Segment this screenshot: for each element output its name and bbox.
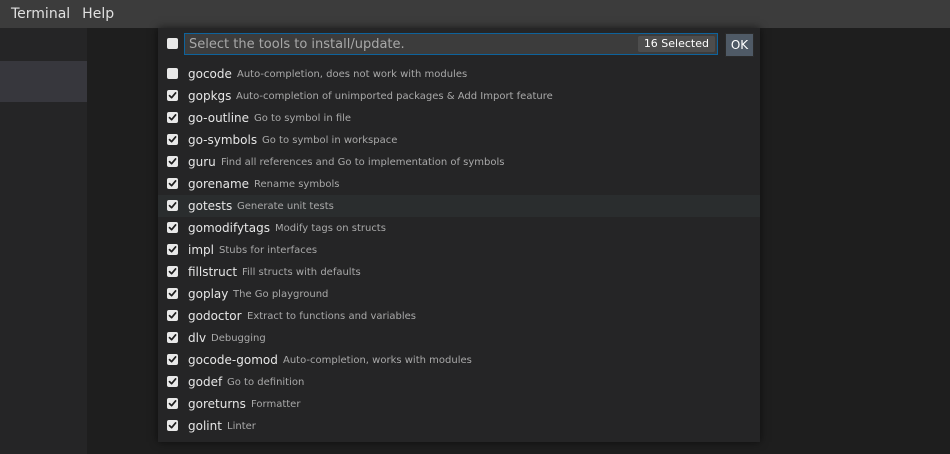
- editor-background: [766, 232, 950, 454]
- tool-name: goplay: [188, 287, 229, 301]
- tool-name: impl: [188, 243, 214, 257]
- checked-checkbox[interactable]: [167, 178, 178, 189]
- tool-name: fillstruct: [188, 265, 238, 279]
- tool-name: gotests: [188, 199, 233, 213]
- tool-list-item[interactable]: gomodifytags Modify tags on structs: [158, 217, 760, 239]
- checked-checkbox[interactable]: [167, 222, 178, 233]
- checked-checkbox[interactable]: [167, 90, 178, 101]
- menu-help[interactable]: Help: [76, 6, 120, 22]
- checked-checkbox[interactable]: [167, 156, 178, 167]
- quick-pick-input-box[interactable]: 16 Selected: [184, 33, 718, 55]
- tool-description: Stubs for interfaces: [219, 245, 318, 256]
- unchecked-checkbox[interactable]: [167, 68, 178, 79]
- tool-name: guru: [188, 155, 216, 169]
- tool-description: Auto-completion of unimported packages &…: [236, 91, 553, 102]
- tool-description: Go to symbol in workspace: [262, 135, 398, 146]
- tool-list: gocode Auto-completion, does not work wit…: [158, 63, 760, 437]
- tool-description: Linter: [227, 421, 256, 432]
- tool-name: godef: [188, 375, 223, 389]
- tool-description: Formatter: [251, 399, 301, 410]
- side-bar: [0, 28, 87, 454]
- tool-description: Extract to functions and variables: [247, 311, 416, 322]
- tool-list-item[interactable]: go-outline Go to symbol in file: [158, 107, 760, 129]
- tool-description: Go to symbol in file: [254, 113, 352, 124]
- tool-description: Debugging: [211, 333, 266, 344]
- tool-list-item[interactable]: godef Go to definition: [158, 371, 760, 393]
- checked-checkbox[interactable]: [167, 354, 178, 365]
- checked-checkbox[interactable]: [167, 200, 178, 211]
- tool-name: golint: [188, 419, 222, 433]
- checked-checkbox[interactable]: [167, 112, 178, 123]
- tool-description: Modify tags on structs: [275, 223, 386, 234]
- quick-pick-header: 16 Selected OK: [158, 28, 760, 62]
- tool-description: Go to definition: [227, 377, 305, 388]
- checked-checkbox[interactable]: [167, 398, 178, 409]
- tool-name: godoctor: [188, 309, 242, 323]
- quick-pick-input[interactable]: [185, 34, 629, 54]
- menu-terminal[interactable]: Terminal: [5, 6, 76, 22]
- tool-list-item[interactable]: goreturns Formatter: [158, 393, 760, 415]
- tool-name: gocode: [188, 67, 232, 81]
- tool-name: dlv: [188, 331, 207, 345]
- selected-count-badge: 16 Selected: [637, 36, 715, 52]
- tool-list-item[interactable]: gocode-gomod Auto-completion, works with …: [158, 349, 760, 371]
- tool-description: Rename symbols: [254, 179, 340, 190]
- tool-list-item[interactable]: gotests Generate unit tests: [158, 195, 760, 217]
- tool-name: go-outline: [188, 111, 250, 125]
- tool-name: gomodifytags: [188, 221, 270, 235]
- tool-description: Fill structs with defaults: [242, 267, 361, 278]
- select-all-checkbox[interactable]: [167, 38, 178, 49]
- checked-checkbox[interactable]: [167, 332, 178, 343]
- tool-list-item[interactable]: impl Stubs for interfaces: [158, 239, 760, 261]
- tool-list-item[interactable]: dlv Debugging: [158, 327, 760, 349]
- checked-checkbox[interactable]: [167, 244, 178, 255]
- menu-bar: Terminal Help: [0, 0, 950, 28]
- tool-list-item[interactable]: guru Find all references and Go to implem…: [158, 151, 760, 173]
- tool-name: gocode-gomod: [188, 353, 278, 367]
- tool-name: gorename: [188, 177, 250, 191]
- tool-description: Auto-completion, does not work with modu…: [237, 69, 468, 80]
- checked-checkbox[interactable]: [167, 288, 178, 299]
- tool-list-item[interactable]: fillstruct Fill structs with defaults: [158, 261, 760, 283]
- checked-checkbox[interactable]: [167, 310, 178, 321]
- tool-list-item[interactable]: goplay The Go playground: [158, 283, 760, 305]
- side-bar-selected-item[interactable]: [0, 61, 87, 102]
- tool-name: goreturns: [188, 397, 246, 411]
- tool-description: Auto-completion, works with modules: [283, 355, 472, 366]
- tool-list-item[interactable]: golint Linter: [158, 415, 760, 437]
- checked-checkbox[interactable]: [167, 420, 178, 431]
- quick-pick-widget: 16 Selected OK gocode Auto-completion, do…: [158, 28, 760, 442]
- tool-list-item[interactable]: gocode Auto-completion, does not work wit…: [158, 63, 760, 85]
- tool-list-item[interactable]: godoctor Extract to functions and variabl…: [158, 305, 760, 327]
- checked-checkbox[interactable]: [167, 266, 178, 277]
- tool-name: gopkgs: [188, 89, 232, 103]
- tool-description: Find all references and Go to implementa…: [221, 157, 505, 168]
- checked-checkbox[interactable]: [167, 134, 178, 145]
- tool-list-item[interactable]: go-symbols Go to symbol in workspace: [158, 129, 760, 151]
- tool-name: go-symbols: [188, 133, 258, 147]
- tool-description: Generate unit tests: [237, 201, 334, 212]
- tool-list-item[interactable]: gorename Rename symbols: [158, 173, 760, 195]
- tool-description: The Go playground: [233, 289, 329, 300]
- tool-list-item[interactable]: gopkgs Auto-completion of unimported pack…: [158, 85, 760, 107]
- ok-button[interactable]: OK: [725, 33, 754, 57]
- checked-checkbox[interactable]: [167, 376, 178, 387]
